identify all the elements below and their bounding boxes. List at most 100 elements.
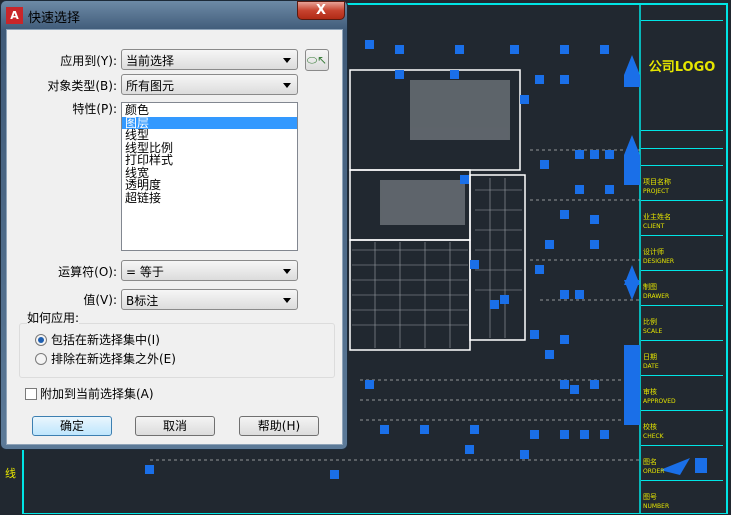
grip-marker[interactable]: [560, 210, 569, 219]
grip-marker[interactable]: [560, 380, 569, 389]
include-radio-label: 包括在新选择集中(I): [51, 333, 160, 347]
grip-marker[interactable]: [570, 385, 579, 394]
select-objects-icon: ⬭↖: [306, 53, 328, 67]
row-label-en: ORDER: [643, 468, 665, 475]
grip-marker[interactable]: [395, 70, 404, 79]
property-item[interactable]: 超链接: [122, 191, 297, 205]
grip-marker[interactable]: [465, 445, 474, 454]
row-label-en: NUMBER: [643, 503, 670, 510]
select-objects-button[interactable]: ⬭↖: [305, 49, 329, 71]
grip-marker[interactable]: [590, 215, 599, 224]
grip-marker[interactable]: [575, 150, 584, 159]
grip-marker[interactable]: [560, 335, 569, 344]
title-block-row: 项目名称 PROJECT: [641, 165, 723, 200]
append-checkbox[interactable]: 附加到当前选择集(A): [25, 385, 154, 402]
exclude-radio-label: 排除在新选择集之外(E): [51, 352, 176, 366]
include-radio[interactable]: 包括在新选择集中(I): [35, 331, 160, 348]
grip-marker[interactable]: [540, 160, 549, 169]
apply-to-select[interactable]: 当前选择: [121, 49, 298, 70]
row-label-cn: 制图: [643, 283, 657, 291]
cancel-button[interactable]: 取消: [135, 416, 215, 436]
row-label-cn: 审核: [643, 388, 657, 396]
object-type-label: 对象类型(B):: [47, 79, 117, 93]
property-item[interactable]: 打印样式: [122, 154, 297, 167]
grip-marker[interactable]: [575, 185, 584, 194]
property-item[interactable]: 线型: [122, 129, 297, 142]
title-block-row: 校核 CHECK: [641, 410, 723, 445]
dialog-title: 快速选择: [28, 11, 81, 26]
row-label-cn: 日期: [643, 353, 657, 361]
grip-marker[interactable]: [450, 70, 459, 79]
row-label-cn: 图名: [643, 458, 657, 466]
grip-marker[interactable]: [530, 330, 539, 339]
dialog-body: 应用到(Y): 当前选择 ⬭↖ 对象类型(B): 所有图元 特性(P): 颜色图…: [6, 29, 343, 445]
grip-marker[interactable]: [380, 425, 389, 434]
row-label-en: CHECK: [643, 433, 664, 440]
row-label-cn: 项目名称: [643, 178, 671, 186]
row-label-en: SCALE: [643, 328, 663, 335]
row-label-en: DRAWER: [643, 293, 670, 300]
grip-marker[interactable]: [365, 380, 374, 389]
properties-list[interactable]: 颜色 图层 线型 线型比例 打印样式 线宽 透明度 超链接: [121, 102, 298, 251]
apply-to-label: 应用到(Y):: [60, 54, 117, 68]
property-item[interactable]: 透明度: [122, 179, 297, 192]
autocad-app-icon: A: [6, 7, 23, 24]
grip-marker[interactable]: [395, 45, 404, 54]
exclude-radio[interactable]: 排除在新选择集之外(E): [35, 350, 176, 367]
value-select[interactable]: B标注: [121, 289, 298, 310]
checkbox-box: [25, 387, 37, 400]
grip-marker[interactable]: [545, 240, 554, 249]
row-label-cn: 图号: [643, 493, 657, 501]
property-item[interactable]: 颜色: [122, 104, 297, 117]
grip-marker[interactable]: [520, 95, 529, 104]
object-type-select[interactable]: 所有图元: [121, 74, 298, 95]
grip-marker[interactable]: [470, 260, 479, 269]
grip-marker[interactable]: [535, 265, 544, 274]
grip-marker[interactable]: [520, 450, 529, 459]
row-label-en: DATE: [643, 363, 659, 370]
grip-marker[interactable]: [530, 430, 539, 439]
operator-select[interactable]: = 等于: [121, 260, 298, 281]
grip-marker[interactable]: [600, 45, 609, 54]
grip-marker[interactable]: [510, 45, 519, 54]
grip-marker[interactable]: [365, 40, 374, 49]
grip-marker[interactable]: [460, 175, 469, 184]
grip-marker[interactable]: [590, 380, 599, 389]
title-block-row: 业主姓名 CLIENT: [641, 200, 723, 235]
grip-marker[interactable]: [330, 470, 339, 479]
append-checkbox-label: 附加到当前选择集(A): [40, 387, 154, 401]
title-block-row: 设计师 DESIGNER: [641, 235, 723, 270]
grip-marker[interactable]: [600, 430, 609, 439]
dialog-titlebar[interactable]: A 快速选择 X: [1, 1, 347, 29]
grip-marker[interactable]: [580, 430, 589, 439]
grip-marker[interactable]: [535, 75, 544, 84]
grip-marker[interactable]: [470, 425, 479, 434]
grip-marker[interactable]: [560, 75, 569, 84]
grip-marker[interactable]: [575, 290, 584, 299]
title-block-row: 日期 DATE: [641, 340, 723, 375]
title-block-row: 图号 NUMBER: [641, 480, 723, 515]
company-logo: 公司LOGO: [641, 20, 723, 130]
grip-marker[interactable]: [420, 425, 429, 434]
row-label-cn: 业主姓名: [643, 213, 671, 221]
row-label-en: APPROVED: [643, 398, 676, 405]
row-label-en: CLIENT: [643, 223, 665, 230]
grip-marker[interactable]: [455, 45, 464, 54]
grip-marker[interactable]: [490, 300, 499, 309]
ok-button[interactable]: 确定: [32, 416, 112, 436]
grip-marker[interactable]: [605, 185, 614, 194]
grip-marker[interactable]: [605, 150, 614, 159]
grip-marker[interactable]: [590, 240, 599, 249]
grip-marker[interactable]: [560, 45, 569, 54]
operator-label: 运算符(O):: [58, 265, 117, 279]
grip-marker[interactable]: [500, 295, 509, 304]
grip-marker[interactable]: [545, 350, 554, 359]
grip-marker[interactable]: [145, 465, 154, 474]
row-label-en: PROJECT: [643, 188, 669, 195]
help-button[interactable]: 帮助(H): [239, 416, 319, 436]
grip-marker[interactable]: [560, 290, 569, 299]
grip-marker[interactable]: [560, 430, 569, 439]
how-to-apply-label: 如何应用:: [27, 309, 80, 326]
close-button[interactable]: X: [297, 1, 345, 20]
grip-marker[interactable]: [590, 150, 599, 159]
